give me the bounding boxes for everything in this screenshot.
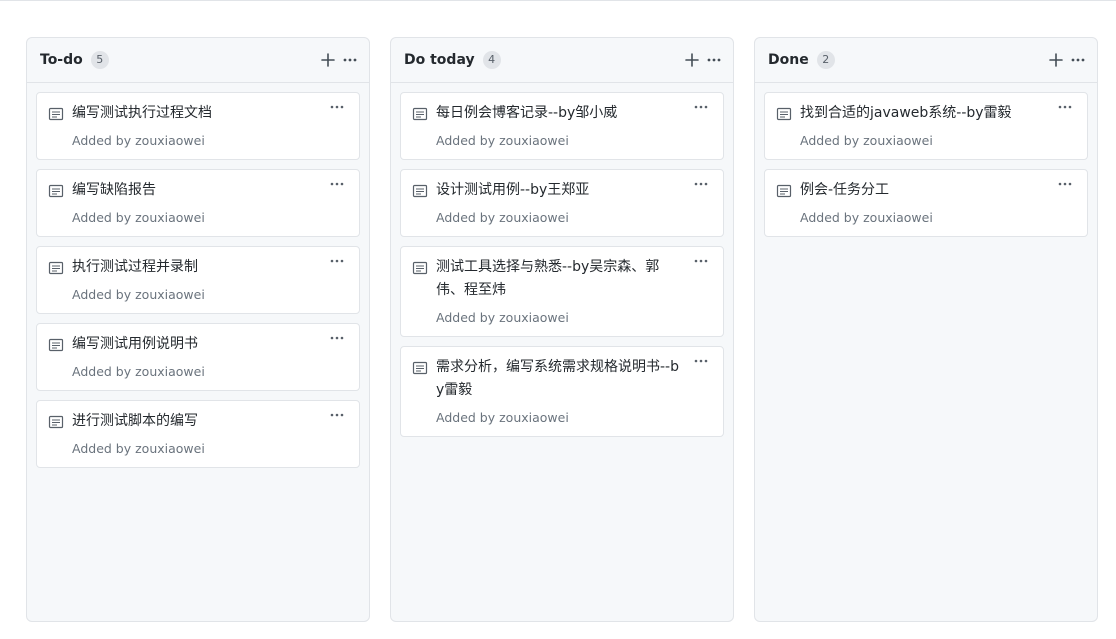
- note-card[interactable]: 编写测试用例说明书 Added by zouxiaowei: [36, 323, 360, 391]
- card-title: 测试工具选择与熟悉--by吴宗森、郭伟、程至炜: [436, 259, 660, 298]
- card-menu-dots-icon[interactable]: [693, 253, 709, 269]
- card-menu-dots-icon[interactable]: [329, 407, 345, 423]
- card-title: 编写测试用例说明书: [72, 336, 198, 352]
- column-title: Do today: [404, 52, 475, 68]
- card-menu-dots-icon[interactable]: [693, 176, 709, 192]
- card-added-by: Added by zouxiaowei: [72, 210, 205, 225]
- card-title: 编写测试执行过程文档: [72, 105, 212, 121]
- card-added-by: Added by zouxiaowei: [72, 441, 205, 456]
- card-added-by: Added by zouxiaowei: [436, 410, 569, 425]
- note-card[interactable]: 例会-任务分工 Added by zouxiaowei: [764, 169, 1088, 237]
- card-added-by: Added by zouxiaowei: [72, 364, 205, 379]
- column-title: To-do: [40, 52, 83, 68]
- note-card[interactable]: 执行测试过程并录制 Added by zouxiaowei: [36, 246, 360, 314]
- add-card-plus-icon[interactable]: [317, 49, 339, 71]
- card-title: 设计测试用例--by王郑亚: [436, 182, 590, 198]
- card-menu-dots-icon[interactable]: [1057, 176, 1073, 192]
- card-added-by: Added by zouxiaowei: [436, 133, 569, 148]
- project-board: To-do 5 编写测试执行过程文档 Added by zouxiaowei 编…: [26, 37, 1116, 622]
- note-icon: [776, 184, 792, 198]
- card-menu-dots-icon[interactable]: [693, 99, 709, 115]
- column-menu-dots-icon[interactable]: [1067, 49, 1089, 71]
- card-title: 每日例会博客记录--by邹小威: [436, 105, 618, 121]
- card-menu-dots-icon[interactable]: [329, 99, 345, 115]
- top-divider: [0, 0, 1116, 1]
- note-card[interactable]: 找到合适的javaweb系统--by雷毅 Added by zouxiaowei: [764, 92, 1088, 160]
- note-icon: [776, 107, 792, 121]
- note-icon: [412, 261, 428, 275]
- note-icon: [48, 415, 64, 429]
- column-title: Done: [768, 52, 809, 68]
- card-menu-dots-icon[interactable]: [693, 353, 709, 369]
- card-added-by: Added by zouxiaowei: [800, 210, 933, 225]
- note-card[interactable]: 编写测试执行过程文档 Added by zouxiaowei: [36, 92, 360, 160]
- card-added-by: Added by zouxiaowei: [436, 310, 569, 325]
- note-icon: [48, 184, 64, 198]
- note-card[interactable]: 需求分析，编写系统需求规格说明书--by雷毅 Added by zouxiaow…: [400, 346, 724, 437]
- add-card-plus-icon[interactable]: [681, 49, 703, 71]
- note-card[interactable]: 设计测试用例--by王郑亚 Added by zouxiaowei: [400, 169, 724, 237]
- card-list: 找到合适的javaweb系统--by雷毅 Added by zouxiaowei…: [755, 83, 1097, 237]
- card-added-by: Added by zouxiaowei: [800, 133, 933, 148]
- note-card[interactable]: 测试工具选择与熟悉--by吴宗森、郭伟、程至炜 Added by zouxiao…: [400, 246, 724, 337]
- card-menu-dots-icon[interactable]: [1057, 99, 1073, 115]
- note-icon: [412, 107, 428, 121]
- column-do-today: Do today 4 每日例会博客记录--by邹小威 Added by zoux…: [390, 37, 734, 622]
- card-added-by: Added by zouxiaowei: [72, 287, 205, 302]
- card-title: 进行测试脚本的编写: [72, 413, 198, 429]
- column-header: To-do 5: [27, 38, 369, 83]
- card-title: 编写缺陷报告: [72, 182, 156, 198]
- note-icon: [48, 338, 64, 352]
- card-list: 每日例会博客记录--by邹小威 Added by zouxiaowei 设计测试…: [391, 83, 733, 437]
- card-list: 编写测试执行过程文档 Added by zouxiaowei 编写缺陷报告 Ad…: [27, 83, 369, 468]
- column-header: Done 2: [755, 38, 1097, 83]
- column-todo: To-do 5 编写测试执行过程文档 Added by zouxiaowei 编…: [26, 37, 370, 622]
- card-menu-dots-icon[interactable]: [329, 176, 345, 192]
- column-header: Do today 4: [391, 38, 733, 83]
- note-icon: [412, 361, 428, 375]
- column-card-count: 5: [90, 51, 109, 69]
- column-done: Done 2 找到合适的javaweb系统--by雷毅 Added by zou…: [754, 37, 1098, 622]
- add-card-plus-icon[interactable]: [1045, 49, 1067, 71]
- column-menu-dots-icon[interactable]: [339, 49, 361, 71]
- note-icon: [412, 184, 428, 198]
- note-icon: [48, 261, 64, 275]
- note-card[interactable]: 编写缺陷报告 Added by zouxiaowei: [36, 169, 360, 237]
- card-title: 例会-任务分工: [800, 182, 890, 198]
- card-added-by: Added by zouxiaowei: [72, 133, 205, 148]
- column-menu-dots-icon[interactable]: [703, 49, 725, 71]
- card-menu-dots-icon[interactable]: [329, 253, 345, 269]
- column-card-count: 2: [816, 51, 835, 69]
- card-title: 找到合适的javaweb系统--by雷毅: [800, 105, 1012, 121]
- card-menu-dots-icon[interactable]: [329, 330, 345, 346]
- note-icon: [48, 107, 64, 121]
- card-added-by: Added by zouxiaowei: [436, 210, 569, 225]
- card-title: 需求分析，编写系统需求规格说明书--by雷毅: [436, 359, 679, 398]
- column-card-count: 4: [482, 51, 501, 69]
- note-card[interactable]: 每日例会博客记录--by邹小威 Added by zouxiaowei: [400, 92, 724, 160]
- card-title: 执行测试过程并录制: [72, 259, 198, 275]
- note-card[interactable]: 进行测试脚本的编写 Added by zouxiaowei: [36, 400, 360, 468]
